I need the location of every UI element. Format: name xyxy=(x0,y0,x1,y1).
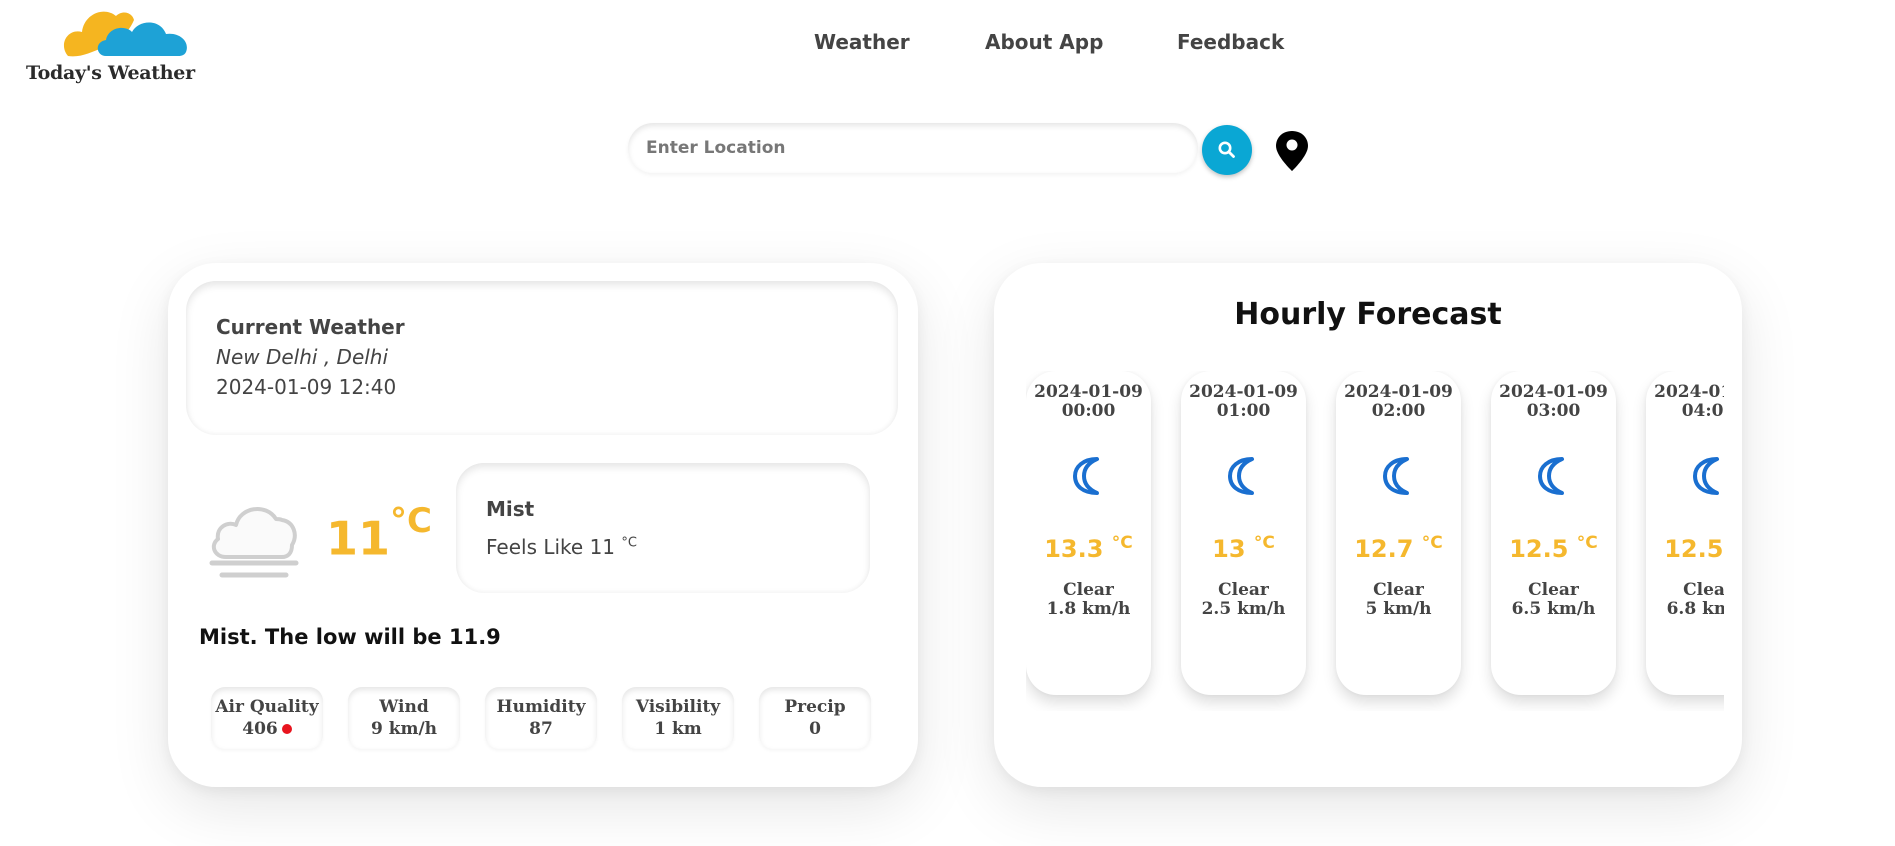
hourly-temp-unit: °C xyxy=(1111,533,1133,553)
nav-feedback[interactable]: Feedback xyxy=(1177,30,1284,54)
hourly-forecast-card: Hourly Forecast 2024-01-09 00:00 13.3 °C … xyxy=(994,263,1742,787)
hourly-item: 2024-01-09 00:00 13.3 °C Clear 1.8 km/h xyxy=(1026,371,1151,695)
stat-label: Air Quality xyxy=(215,697,319,717)
hourly-date: 2024-01-09 xyxy=(1034,382,1143,402)
stat-visibility: Visibility 1 km xyxy=(622,687,734,749)
moon-icon xyxy=(1692,457,1719,495)
feels-like-unit: °C xyxy=(621,535,637,551)
stat-wind: Wind 9 km/h xyxy=(348,687,460,749)
hourly-wind: 6.8 km/h xyxy=(1666,599,1724,619)
hourly-forecast-scroller[interactable]: 2024-01-09 00:00 13.3 °C Clear 1.8 km/h 20… xyxy=(1026,371,1724,711)
hourly-time: 02:00 xyxy=(1371,401,1426,421)
search-button[interactable] xyxy=(1202,125,1252,175)
stat-precip: Precip 0 xyxy=(759,687,871,749)
hourly-temp: 12.7 xyxy=(1354,535,1414,563)
hourly-condition: Clear xyxy=(1683,580,1724,600)
hourly-temp-unit: °C xyxy=(1576,533,1598,553)
stat-air-quality: Air Quality 406 xyxy=(211,687,323,749)
current-temperature: 11°C xyxy=(326,501,432,566)
stat-label: Precip xyxy=(784,697,846,717)
hourly-temp-unit: °C xyxy=(1421,533,1443,553)
hourly-time: 03:00 xyxy=(1526,401,1581,421)
hourly-date: 2024-01-09 xyxy=(1189,382,1298,402)
hourly-temp: 12.5 xyxy=(1509,535,1569,563)
hourly-wind: 2.5 km/h xyxy=(1201,599,1286,619)
current-weather-card: Current Weather New Delhi , Delhi 2024-0… xyxy=(168,263,918,787)
hourly-condition: Clear xyxy=(1063,580,1114,600)
hourly-temp: 13.3 xyxy=(1044,535,1104,563)
hourly-wind: 5 km/h xyxy=(1365,599,1432,619)
hourly-item: 2024-01-09 03:00 12.5 °C Clear 6.5 km/h xyxy=(1491,371,1616,695)
hourly-item: 2024-01-0904:00 12.5 °C Clear6.8 km/h xyxy=(1646,371,1724,695)
hourly-wind: 1.8 km/h xyxy=(1046,599,1131,619)
stat-value: 0 xyxy=(809,719,821,739)
hourly-condition: Clear xyxy=(1373,580,1424,600)
hourly-date: 2024-01-09 xyxy=(1499,382,1608,402)
main-nav: Weather About App Feedback xyxy=(0,30,1895,60)
search-input[interactable] xyxy=(628,123,1198,173)
hourly-date: 2024-01-09 xyxy=(1654,382,1724,402)
location-pin-icon xyxy=(1276,131,1308,171)
stat-value: 1 km xyxy=(654,719,702,739)
weather-stats: Air Quality 406 Wind 9 km/h Humidity 87 … xyxy=(211,687,871,749)
hourly-condition: Clear xyxy=(1218,580,1269,600)
hourly-item: 2024-01-09 01:00 13 °C Clear 2.5 km/h xyxy=(1181,371,1306,695)
current-weather-header: Current Weather New Delhi , Delhi 2024-0… xyxy=(186,281,898,435)
current-temp-value: 11 xyxy=(326,511,391,566)
current-location-button[interactable] xyxy=(1274,129,1310,173)
current-location: New Delhi , Delhi xyxy=(216,345,389,369)
hourly-time: 04:00 xyxy=(1681,401,1724,421)
hourly-time: 01:00 xyxy=(1216,401,1271,421)
current-temp-unit: °C xyxy=(390,501,432,541)
feels-like: Feels Like 11 °C xyxy=(486,535,870,559)
hourly-temp: 13 xyxy=(1212,535,1246,563)
hourly-wind: 6.5 km/h xyxy=(1511,599,1596,619)
hourly-condition: Clear xyxy=(1528,580,1579,600)
weather-summary: Mist. The low will be 11.9 xyxy=(199,625,501,649)
moon-icon xyxy=(1382,457,1409,495)
current-weather-title: Current Weather xyxy=(216,315,405,339)
stat-label: Wind xyxy=(379,697,429,717)
stat-label: Humidity xyxy=(496,697,586,717)
air-quality-status-dot xyxy=(281,723,292,734)
search-bar xyxy=(628,123,1254,175)
hourly-forecast-title: Hourly Forecast xyxy=(1234,297,1502,332)
stat-value: 9 km/h xyxy=(370,719,438,739)
nav-weather[interactable]: Weather xyxy=(814,30,910,54)
logo-text: Today's Weather xyxy=(26,62,195,84)
moon-icon xyxy=(1227,457,1254,495)
stat-value: 406 xyxy=(242,719,278,739)
stat-label: Visibility xyxy=(635,697,721,717)
condition-label: Mist xyxy=(486,497,535,521)
search-icon xyxy=(1218,141,1235,158)
nav-about-app[interactable]: About App xyxy=(985,30,1103,54)
hourly-item: 2024-01-09 02:00 12.7 °C Clear 5 km/h xyxy=(1336,371,1461,695)
hourly-date: 2024-01-09 xyxy=(1344,382,1453,402)
moon-icon xyxy=(1537,457,1564,495)
current-datetime: 2024-01-09 12:40 xyxy=(216,375,397,399)
hourly-time: 00:00 xyxy=(1061,401,1116,421)
feels-like-label: Feels Like 11 xyxy=(486,535,616,559)
hourly-temp: 12.5 xyxy=(1664,535,1724,563)
stat-humidity: Humidity 87 xyxy=(485,687,597,749)
stat-value: 87 xyxy=(529,719,553,739)
condition-box: Mist Feels Like 11 °C xyxy=(456,463,870,593)
hourly-temp-unit: °C xyxy=(1253,533,1275,553)
moon-icon xyxy=(1072,457,1099,495)
mist-cloud-icon xyxy=(209,507,299,578)
